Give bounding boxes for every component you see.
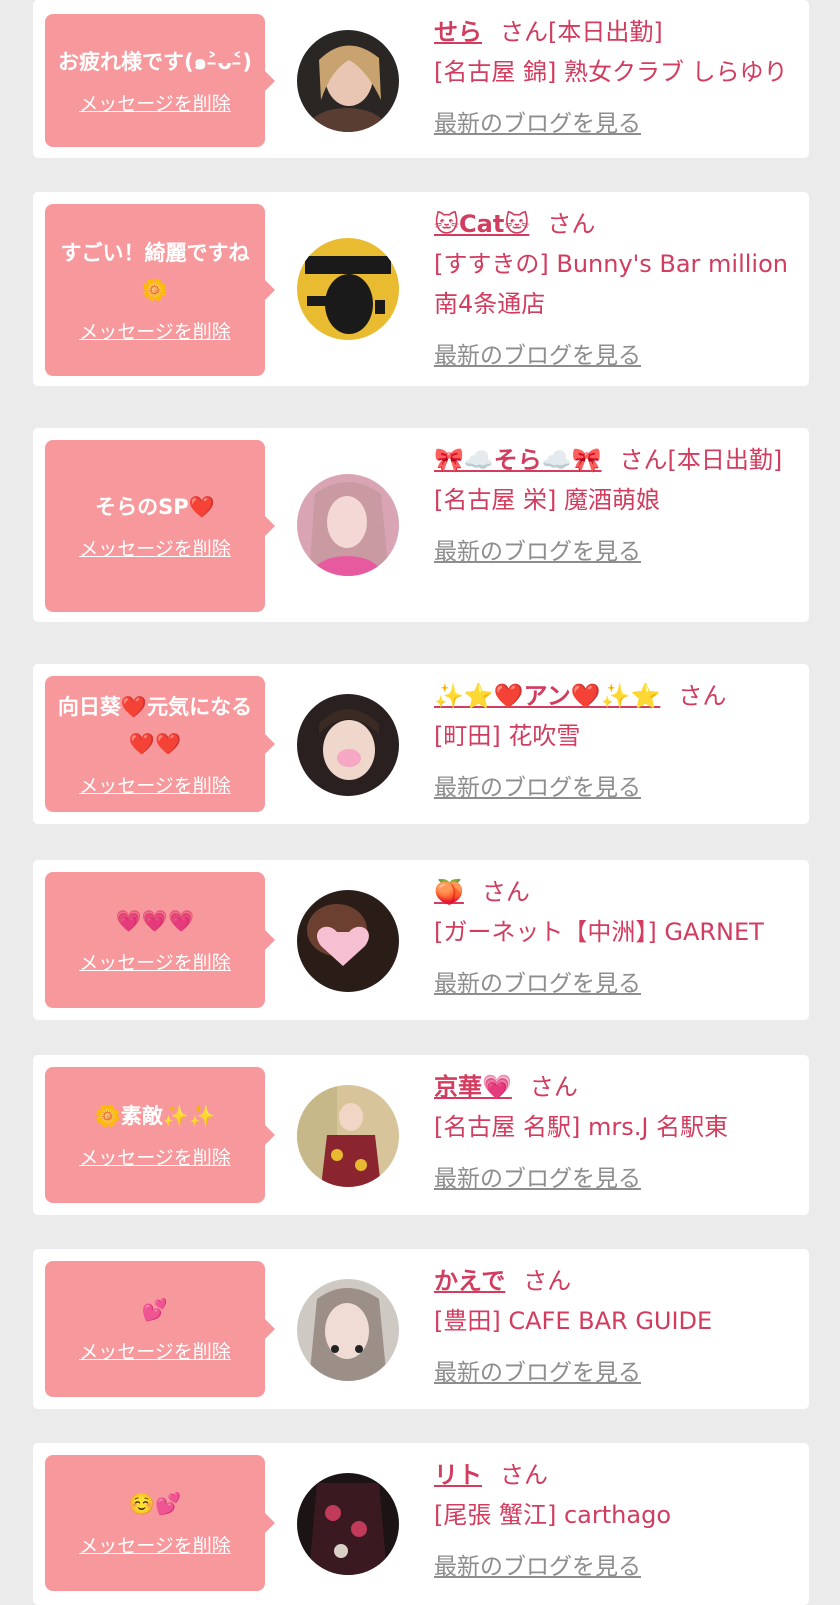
- delete-message-link[interactable]: メッセージを削除: [79, 1337, 231, 1364]
- message-bubble: 🌼素敵✨✨ メッセージを削除: [45, 1067, 275, 1203]
- shop-name: [名古屋 栄] 魔酒萌娘: [434, 486, 660, 514]
- cast-info: せら さん[本日出勤] [名古屋 錦] 熟女クラブ しらゆり 最新のブログを見る: [434, 12, 799, 144]
- shop-name: [町田] 花吹雪: [434, 722, 581, 750]
- avatar-photo: [297, 1279, 399, 1381]
- message-bubble: 向日葵❤️元気になる❤️❤️ メッセージを削除: [45, 676, 275, 812]
- message-bubble: 💗💗💗 メッセージを削除: [45, 872, 275, 1008]
- name-row: 🐱Cat🐱 さん: [434, 204, 799, 244]
- name-row: ✨⭐❤️アン❤️✨⭐ さん: [434, 676, 799, 716]
- name-row: かえで さん: [434, 1261, 799, 1301]
- delete-message-link[interactable]: メッセージを削除: [79, 1143, 231, 1170]
- cast-name-link[interactable]: 🍑: [434, 878, 464, 906]
- message-text: すごい！綺麗ですね🌼: [60, 240, 250, 302]
- avatar-photo: [297, 238, 399, 340]
- message-text: そらのSP❤️: [95, 495, 215, 519]
- san-status: さん: [678, 682, 727, 710]
- message-bubble: ☺️💕 メッセージを削除: [45, 1455, 275, 1591]
- san-status: さん: [500, 1461, 548, 1489]
- name-row: リト さん: [434, 1455, 799, 1495]
- san-status: さん: [529, 1073, 578, 1101]
- avatar-photo: [297, 474, 399, 576]
- message-card: 🌼素敵✨✨ メッセージを削除 京華💗 さん [名古屋 名駅] mrs.J 名駅東 …: [33, 1055, 809, 1215]
- cast-info: リト さん [尾張 蟹江] carthago 最新のブログを見る: [434, 1455, 799, 1587]
- message-card: 向日葵❤️元気になる❤️❤️ メッセージを削除 ✨⭐❤️アン❤️✨⭐ さん [町田…: [33, 664, 809, 824]
- cast-name-link[interactable]: ✨⭐❤️アン❤️✨⭐: [434, 682, 660, 710]
- delete-message-link[interactable]: メッセージを削除: [79, 948, 231, 975]
- message-bubble: そらのSP❤️ メッセージを削除: [45, 440, 275, 612]
- message-text: 向日葵❤️元気になる❤️❤️: [57, 694, 253, 756]
- latest-blog-link[interactable]: 最新のブログを見る: [434, 1547, 641, 1587]
- avatar[interactable]: [297, 238, 399, 340]
- latest-blog-link[interactable]: 最新のブログを見る: [434, 336, 641, 376]
- latest-blog-link[interactable]: 最新のブログを見る: [434, 1159, 641, 1199]
- avatar[interactable]: [297, 30, 399, 132]
- avatar[interactable]: [297, 1085, 399, 1187]
- message-card: 💕 メッセージを削除 かえで さん [豊田] CAFE BAR GUIDE 最新の…: [33, 1249, 809, 1409]
- cast-info: 🎀☁️そら☁️🎀 さん[本日出勤] [名古屋 栄] 魔酒萌娘 最新のブログを見る: [434, 440, 799, 572]
- cast-name-link[interactable]: 京華💗: [434, 1073, 512, 1101]
- cast-name-link[interactable]: 🐱Cat🐱: [434, 210, 529, 238]
- delete-message-link[interactable]: メッセージを削除: [79, 317, 231, 344]
- avatar-photo: [297, 1473, 399, 1575]
- avatar-photo: [297, 890, 399, 992]
- cast-info: 京華💗 さん [名古屋 名駅] mrs.J 名駅東 最新のブログを見る: [434, 1067, 799, 1199]
- latest-blog-link[interactable]: 最新のブログを見る: [434, 768, 641, 808]
- name-row: 京華💗 さん: [434, 1067, 799, 1107]
- latest-blog-link[interactable]: 最新のブログを見る: [434, 964, 641, 1004]
- shop-name: [すすきの] Bunny's Bar million 南4条通店: [434, 250, 788, 318]
- name-row: 🎀☁️そら☁️🎀 さん[本日出勤]: [434, 440, 799, 480]
- avatar[interactable]: [297, 1279, 399, 1381]
- cast-name-link[interactable]: リト: [434, 1461, 482, 1489]
- avatar-photo: [297, 30, 399, 132]
- delete-message-link[interactable]: メッセージを削除: [79, 1531, 231, 1558]
- cast-name-link[interactable]: せら: [434, 18, 482, 46]
- shop-name: [名古屋 錦] 熟女クラブ しらゆり: [434, 58, 788, 86]
- message-card: そらのSP❤️ メッセージを削除 🎀☁️そら☁️🎀 さん[本日出勤] [名古屋 栄…: [33, 428, 809, 622]
- shop-name: [ガーネット【中洲】] GARNET: [434, 918, 764, 946]
- shop-name: [豊田] CAFE BAR GUIDE: [434, 1307, 713, 1335]
- avatar[interactable]: [297, 474, 399, 576]
- message-bubble: お疲れ様です(๑˃̵ᴗ˂̵) メッセージを削除: [45, 14, 275, 147]
- message-text: お疲れ様です(๑˃̵ᴗ˂̵): [58, 49, 252, 74]
- san-status: さん: [481, 878, 530, 906]
- avatar-photo: [297, 1085, 399, 1187]
- delete-message-link[interactable]: メッセージを削除: [79, 771, 231, 798]
- cast-info: 🍑 さん [ガーネット【中洲】] GARNET 最新のブログを見る: [434, 872, 799, 1004]
- name-row: 🍑 さん: [434, 872, 799, 912]
- message-text: 🌼素敵✨✨: [94, 1104, 216, 1128]
- cast-name-link[interactable]: かえで: [434, 1267, 505, 1295]
- delete-message-link[interactable]: メッセージを削除: [79, 89, 231, 116]
- delete-message-link[interactable]: メッセージを削除: [79, 534, 231, 561]
- message-card: 💗💗💗 メッセージを削除 🍑 さん [ガーネット【中洲】] GARNET 最新のブ…: [33, 860, 809, 1020]
- avatar[interactable]: [297, 1473, 399, 1575]
- latest-blog-link[interactable]: 最新のブログを見る: [434, 1353, 641, 1393]
- avatar[interactable]: [297, 890, 399, 992]
- message-card: お疲れ様です(๑˃̵ᴗ˂̵) メッセージを削除 せら さん[本日出勤] [名古屋 …: [33, 0, 809, 158]
- message-bubble: すごい！綺麗ですね🌼 メッセージを削除: [45, 204, 275, 376]
- message-text: 💗💗💗: [115, 909, 195, 933]
- cast-name-link[interactable]: 🎀☁️そら☁️🎀: [434, 446, 602, 474]
- cast-info: かえで さん [豊田] CAFE BAR GUIDE 最新のブログを見る: [434, 1261, 799, 1393]
- message-text: ☺️💕: [128, 1492, 182, 1516]
- shop-name: [尾張 蟹江] carthago: [434, 1501, 671, 1529]
- shop-name: [名古屋 名駅] mrs.J 名駅東: [434, 1113, 729, 1141]
- avatar[interactable]: [297, 694, 399, 796]
- message-card: ☺️💕 メッセージを削除 リト さん [尾張 蟹江] carthago 最新のブロ…: [33, 1443, 809, 1605]
- cast-info: 🐱Cat🐱 さん [すすきの] Bunny's Bar million 南4条通店…: [434, 204, 799, 376]
- san-status: さん[本日出勤]: [619, 446, 783, 474]
- cast-info: ✨⭐❤️アン❤️✨⭐ さん [町田] 花吹雪 最新のブログを見る: [434, 676, 799, 808]
- avatar-photo: [297, 694, 399, 796]
- san-status: さん: [547, 210, 596, 238]
- message-text: 💕: [141, 1298, 169, 1322]
- latest-blog-link[interactable]: 最新のブログを見る: [434, 532, 641, 572]
- name-row: せら さん[本日出勤]: [434, 12, 799, 52]
- san-status: さん[本日出勤]: [500, 18, 663, 46]
- message-card: すごい！綺麗ですね🌼 メッセージを削除 🐱Cat🐱 さん [すすきの] Bunny…: [33, 192, 809, 386]
- message-bubble: 💕 メッセージを削除: [45, 1261, 275, 1397]
- san-status: さん: [523, 1267, 572, 1295]
- latest-blog-link[interactable]: 最新のブログを見る: [434, 104, 641, 144]
